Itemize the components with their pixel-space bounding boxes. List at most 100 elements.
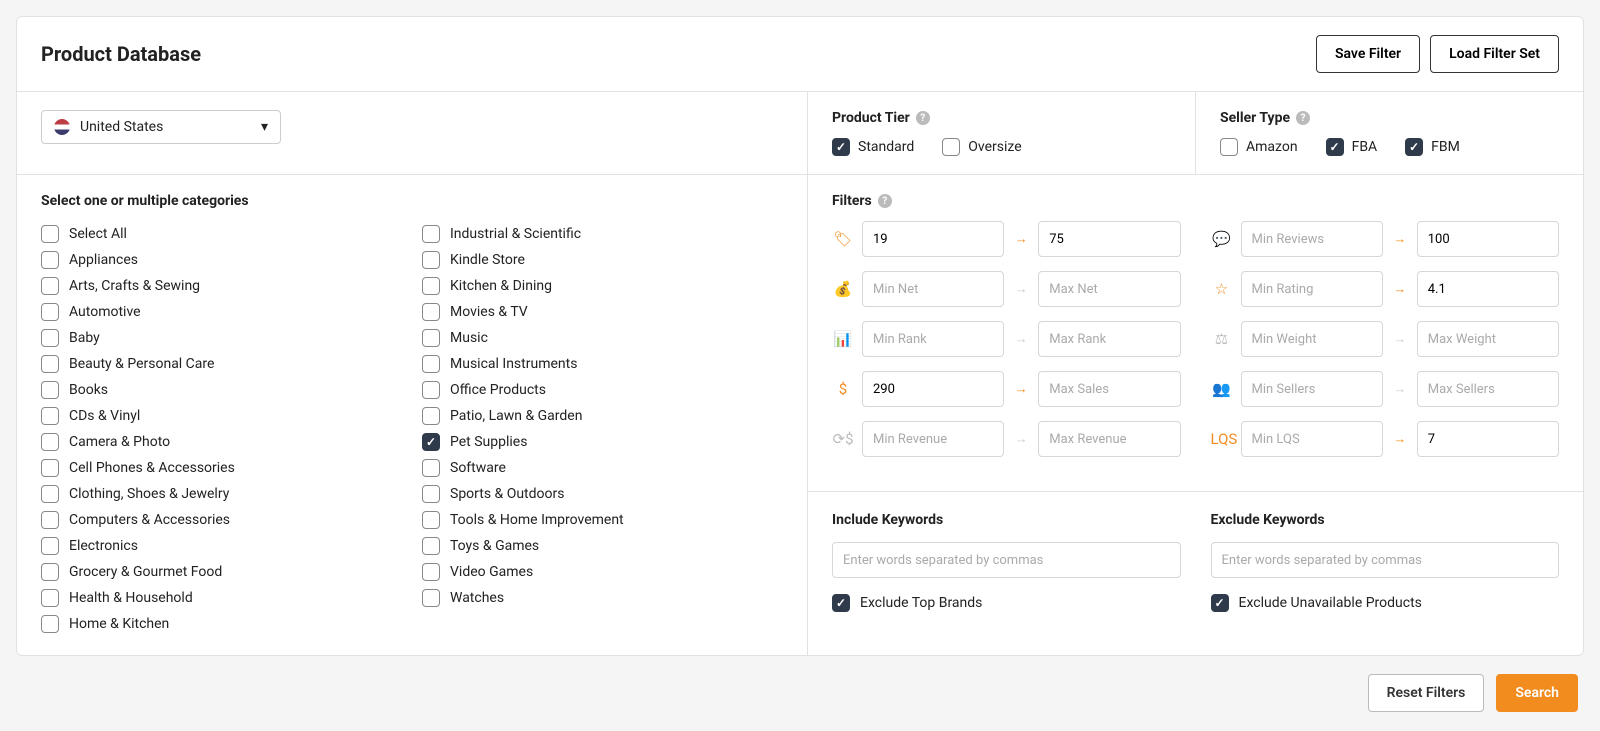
category-checkbox[interactable] — [422, 589, 440, 607]
chevron-down-icon: ▾ — [261, 119, 268, 135]
category-checkbox[interactable] — [41, 251, 59, 269]
exclude-top-brands-row: Exclude Top Brands — [832, 594, 1181, 612]
filter-max-input[interactable] — [1038, 421, 1180, 457]
exclude-keywords-input[interactable] — [1211, 542, 1560, 578]
category-item: Industrial & Scientific — [422, 221, 783, 247]
category-checkbox[interactable] — [41, 225, 59, 243]
category-label: Clothing, Shoes & Jewelry — [69, 486, 229, 502]
reset-filters-button[interactable]: Reset Filters — [1368, 674, 1485, 712]
filter-max-input[interactable] — [1038, 271, 1180, 307]
category-item: Health & Household — [41, 585, 402, 611]
category-label: Sports & Outdoors — [450, 486, 564, 502]
category-checkbox[interactable] — [41, 563, 59, 581]
category-checkbox[interactable] — [422, 511, 440, 529]
arrow-icon: → — [1391, 431, 1409, 447]
filter-range-row: 🏷→ — [832, 221, 1181, 257]
category-checkbox[interactable] — [41, 615, 59, 633]
filter-max-input[interactable] — [1417, 221, 1559, 257]
filter-min-input[interactable] — [862, 321, 1004, 357]
category-checkbox[interactable] — [422, 433, 440, 451]
category-checkbox[interactable] — [422, 303, 440, 321]
help-icon[interactable]: ? — [878, 194, 892, 208]
category-checkbox[interactable] — [41, 381, 59, 399]
category-label: Electronics — [69, 538, 138, 554]
include-keywords-input[interactable] — [832, 542, 1181, 578]
filter-min-input[interactable] — [862, 271, 1004, 307]
filter-max-input[interactable] — [1417, 371, 1559, 407]
category-checkbox[interactable] — [41, 511, 59, 529]
filter-min-input[interactable] — [1241, 371, 1383, 407]
product-tier-checkbox[interactable] — [832, 138, 850, 156]
categories-col-2: Industrial & ScientificKindle StoreKitch… — [422, 221, 783, 637]
help-icon[interactable]: ? — [916, 111, 930, 125]
filter-min-input[interactable] — [862, 371, 1004, 407]
seller-type-item: FBM — [1405, 138, 1460, 156]
product-tier-title: Product Tier ? — [832, 110, 1171, 126]
seller-type-checkbox[interactable] — [1405, 138, 1423, 156]
category-item: Arts, Crafts & Sewing — [41, 273, 402, 299]
product-tier-checkbox[interactable] — [942, 138, 960, 156]
category-label: Movies & TV — [450, 304, 528, 320]
exclude-unavailable-label: Exclude Unavailable Products — [1239, 595, 1422, 611]
category-checkbox[interactable] — [422, 407, 440, 425]
filter-max-input[interactable] — [1417, 321, 1559, 357]
category-checkbox[interactable] — [41, 355, 59, 373]
country-cell: United States ▾ — [17, 92, 807, 174]
category-checkbox[interactable] — [41, 329, 59, 347]
exclude-unavailable-checkbox[interactable] — [1211, 594, 1229, 612]
category-label: Industrial & Scientific — [450, 226, 581, 242]
search-button[interactable]: Search — [1496, 674, 1578, 712]
category-item: Patio, Lawn & Garden — [422, 403, 783, 429]
category-checkbox[interactable] — [422, 381, 440, 399]
category-checkbox[interactable] — [422, 355, 440, 373]
header: Product Database Save Filter Load Filter… — [17, 17, 1583, 92]
category-checkbox[interactable] — [41, 433, 59, 451]
filter-min-input[interactable] — [1241, 421, 1383, 457]
filter-max-input[interactable] — [1417, 421, 1559, 457]
category-item: Baby — [41, 325, 402, 351]
seller-type-checkbox[interactable] — [1220, 138, 1238, 156]
category-checkbox[interactable] — [41, 277, 59, 295]
save-filter-button[interactable]: Save Filter — [1316, 35, 1420, 73]
filter-min-input[interactable] — [1241, 321, 1383, 357]
exclude-top-brands-checkbox[interactable] — [832, 594, 850, 612]
category-checkbox[interactable] — [41, 407, 59, 425]
country-select[interactable]: United States ▾ — [41, 110, 281, 144]
category-item: Watches — [422, 585, 783, 611]
filter-min-input[interactable] — [1241, 271, 1383, 307]
category-checkbox[interactable] — [41, 589, 59, 607]
category-label: Home & Kitchen — [69, 616, 169, 632]
filters-cell: Filters ? 🏷→💰→📊→$→⟳$→ 💬→☆→⚖→👥→LQS→ Inclu… — [807, 175, 1583, 655]
filter-max-input[interactable] — [1417, 271, 1559, 307]
category-item: Toys & Games — [422, 533, 783, 559]
category-label: Appliances — [69, 252, 138, 268]
category-checkbox[interactable] — [41, 485, 59, 503]
category-checkbox[interactable] — [422, 563, 440, 581]
filter-min-input[interactable] — [1241, 221, 1383, 257]
category-item: Computers & Accessories — [41, 507, 402, 533]
category-checkbox[interactable] — [41, 537, 59, 555]
category-item: CDs & Vinyl — [41, 403, 402, 429]
category-checkbox[interactable] — [422, 537, 440, 555]
filter-min-input[interactable] — [862, 421, 1004, 457]
category-checkbox[interactable] — [422, 459, 440, 477]
category-label: Video Games — [450, 564, 533, 580]
seller-type-checkbox[interactable] — [1326, 138, 1344, 156]
category-checkbox[interactable] — [422, 485, 440, 503]
category-checkbox[interactable] — [422, 225, 440, 243]
product-database-panel: Product Database Save Filter Load Filter… — [16, 16, 1584, 656]
revenue-icon: ⟳$ — [832, 430, 854, 448]
category-checkbox[interactable] — [41, 459, 59, 477]
category-checkbox[interactable] — [422, 329, 440, 347]
filter-max-input[interactable] — [1038, 221, 1180, 257]
category-checkbox[interactable] — [422, 251, 440, 269]
filter-max-input[interactable] — [1038, 371, 1180, 407]
row-categories-filters: Select one or multiple categories Select… — [17, 175, 1583, 655]
help-icon[interactable]: ? — [1296, 111, 1310, 125]
category-checkbox[interactable] — [41, 303, 59, 321]
load-filter-set-button[interactable]: Load Filter Set — [1430, 35, 1559, 73]
category-checkbox[interactable] — [422, 277, 440, 295]
filter-min-input[interactable] — [862, 221, 1004, 257]
filter-max-input[interactable] — [1038, 321, 1180, 357]
category-item: Musical Instruments — [422, 351, 783, 377]
